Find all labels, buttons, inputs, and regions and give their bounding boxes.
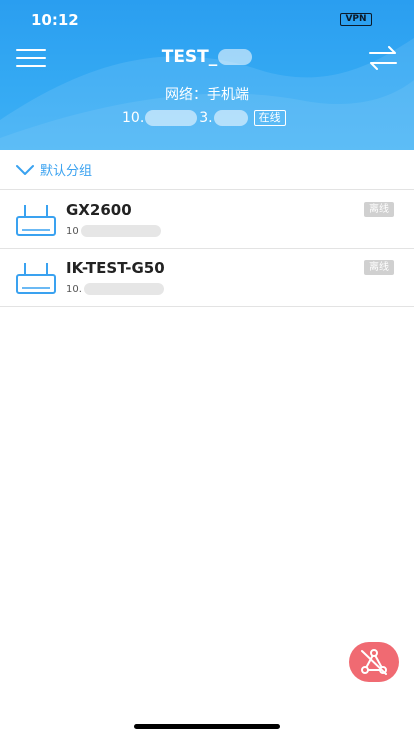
device-name: GX2600 — [66, 201, 132, 219]
swap-arrows-icon[interactable] — [368, 46, 398, 70]
header-title-text: TEST_ — [161, 47, 218, 67]
device-ip-text: 10. — [66, 283, 82, 295]
home-indicator[interactable] — [134, 724, 280, 729]
chevron-down-icon — [16, 164, 34, 175]
header: 10:12 VPN TEST_ 网络：手机端 10. 3. 在线 — [0, 0, 414, 150]
online-status-badge: 在线 — [253, 110, 286, 126]
router-icon — [16, 205, 56, 236]
offline-status-badge: 离线 — [364, 260, 394, 275]
group-header-default[interactable]: 默认分组 — [0, 150, 414, 190]
device-row[interactable]: GX2600 10 离线 — [0, 191, 414, 249]
router-icon — [16, 263, 56, 294]
network-label: 网络：手机端 — [165, 87, 249, 103]
network-topology-button[interactable] — [349, 642, 399, 682]
vpn-badge: VPN — [340, 13, 372, 26]
device-name: IK-TEST-G50 — [66, 259, 165, 277]
device-ip-redaction — [80, 225, 161, 237]
title-redaction — [218, 49, 253, 65]
device-ip: 10 — [66, 225, 161, 237]
device-ip: 10. — [66, 283, 164, 295]
app-screen: 10:12 VPN TEST_ 网络：手机端 10. 3. 在线 默认分组 GX… — [0, 0, 414, 736]
ip-prefix-2: 3. — [199, 110, 213, 126]
ip-line: 10. 3. 在线 — [122, 108, 286, 128]
network-topology-icon — [361, 649, 387, 675]
offline-status-badge: 离线 — [364, 202, 394, 217]
status-time: 10:12 — [31, 11, 79, 29]
ip-redaction-1 — [145, 110, 198, 126]
header-title: TEST_ — [0, 47, 414, 67]
ip-prefix-1: 10. — [122, 110, 145, 126]
group-label: 默认分组 — [40, 164, 93, 179]
device-ip-text: 10 — [66, 225, 79, 237]
device-ip-redaction — [83, 283, 164, 295]
ip-redaction-2 — [213, 110, 248, 126]
device-row[interactable]: IK-TEST-G50 10. 离线 — [0, 249, 414, 307]
